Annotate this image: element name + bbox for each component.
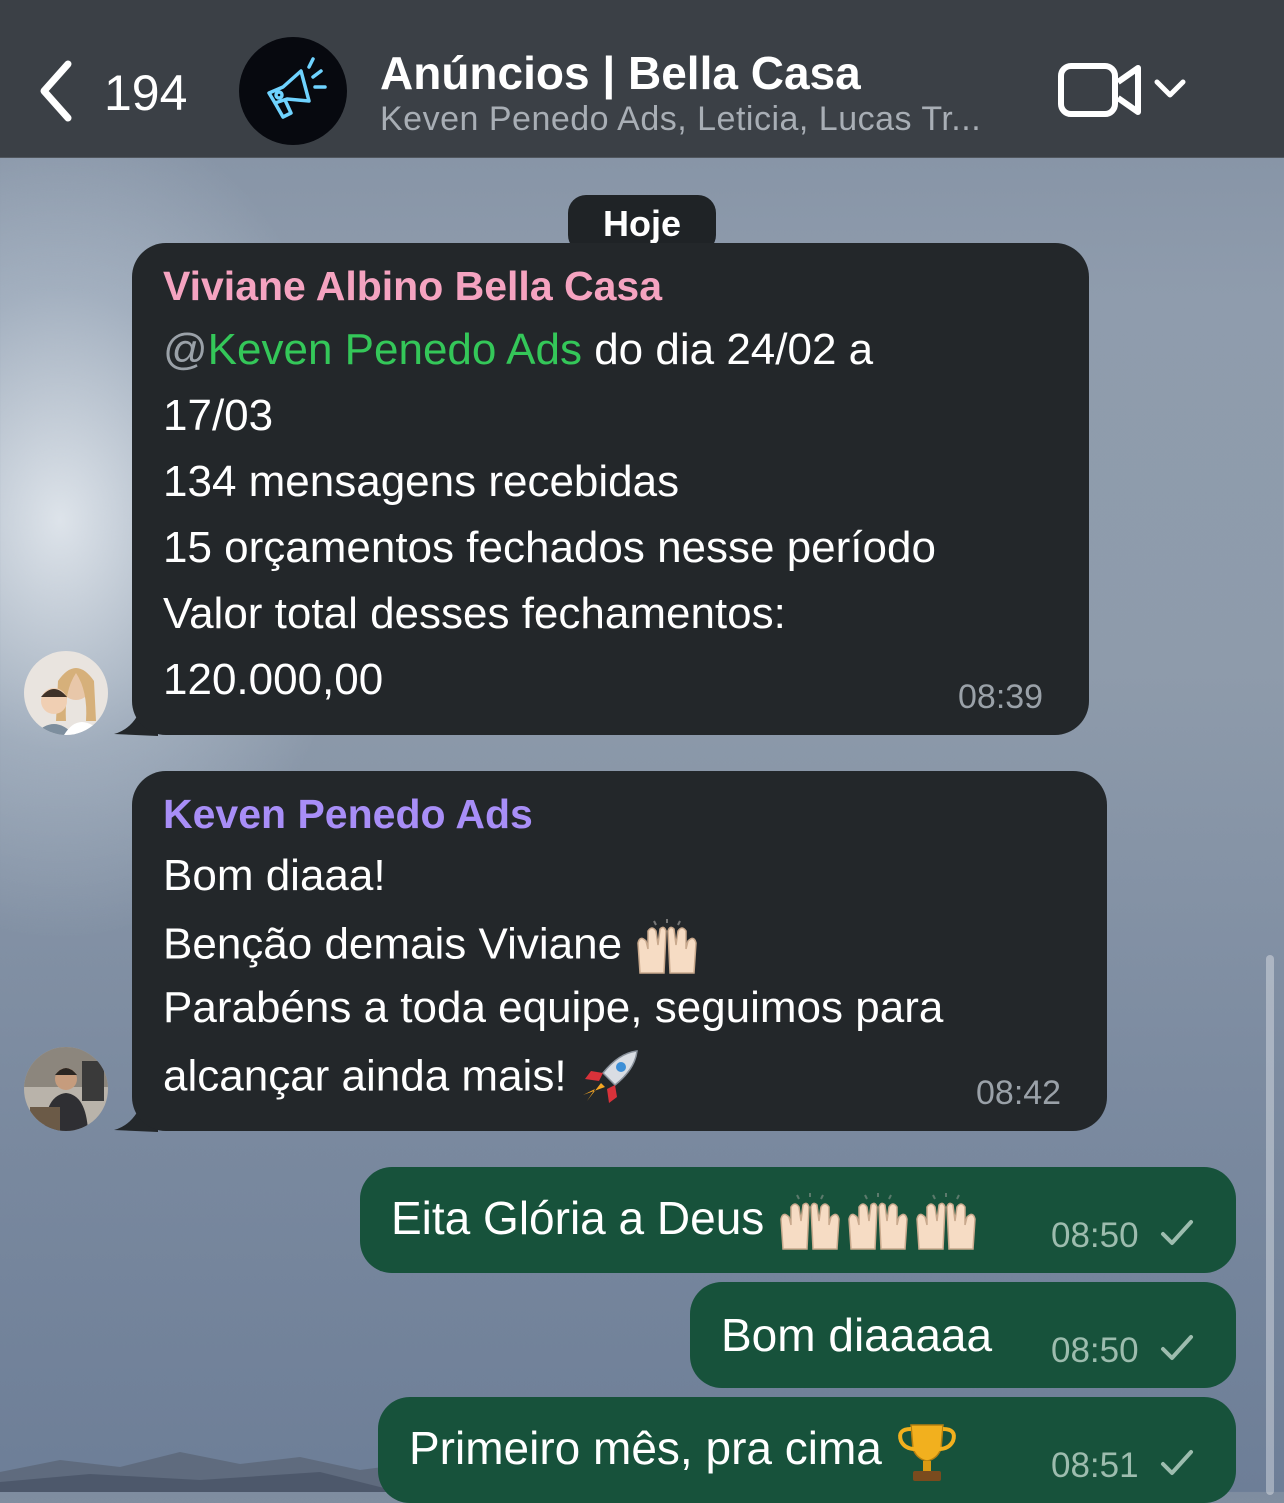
message-line: 15 orçamentos fechados nesse período (163, 523, 936, 572)
video-call-button[interactable] (1058, 62, 1142, 118)
message-text: Bom diaaaaa (721, 1309, 993, 1361)
chevron-left-icon (40, 60, 72, 122)
message-time: 08:50 (1051, 1331, 1139, 1370)
incoming-message-bubble[interactable]: Viviane Albino Bella Casa @Keven Penedo … (132, 243, 1089, 735)
outgoing-message-bubble[interactable]: Primeiro mês, pra cima 08:51 (378, 1397, 1236, 1503)
sender-avatar-viviane[interactable] (24, 651, 108, 735)
sender-avatar-keven[interactable] (24, 1047, 108, 1131)
message-line: Primeiro mês, pra cima (409, 1421, 959, 1483)
megaphone-icon (267, 57, 327, 119)
group-avatar[interactable] (239, 37, 347, 145)
message-text: Eita Glória a Deus (391, 1192, 765, 1245)
scrollbar[interactable] (1266, 955, 1274, 1495)
message-text: Primeiro mês, pra cima (409, 1422, 882, 1475)
video-camera-icon (1058, 63, 1141, 117)
message-line: Bom diaaa! (163, 851, 386, 900)
rocket-emoji (582, 1050, 638, 1103)
message-line: @Keven Penedo Ads do dia 24/02 a (163, 325, 873, 375)
back-button[interactable] (36, 58, 76, 124)
message-line: 17/03 (163, 391, 274, 440)
message-time: 08:39 (958, 678, 1044, 716)
sent-check-icon (1161, 1450, 1193, 1475)
message-time: 08:50 (1051, 1216, 1139, 1255)
message-line: Parabéns a toda equipe, seguimos para (163, 983, 944, 1032)
unread-count[interactable]: 194 (104, 64, 187, 122)
message-text: do dia 24/02 a (581, 325, 874, 374)
message-sender[interactable]: Keven Penedo Ads (163, 791, 533, 838)
raising-hands-emoji (780, 1193, 976, 1250)
mention-link[interactable]: Keven Penedo Ads (208, 325, 582, 374)
message-line: Eita Glória a Deus (391, 1191, 981, 1253)
incoming-message-bubble[interactable]: Keven Penedo Ads Bom diaaa! Benção demai… (132, 771, 1107, 1131)
avatar-photo (24, 651, 108, 735)
chat-title[interactable]: Anúncios | Bella Casa (380, 46, 861, 100)
message-line: 134 mensagens recebidas (163, 457, 680, 506)
message-text: Benção demais Viviane (163, 919, 623, 969)
sent-check-icon (1161, 1220, 1193, 1245)
message-line: Valor total desses fechamentos: (163, 589, 786, 638)
message-text: alcançar ainda mais! (163, 1051, 567, 1101)
message-line: alcançar ainda mais! (163, 1049, 643, 1109)
sent-check-icon (1161, 1335, 1193, 1360)
raising-hands-emoji (637, 919, 698, 974)
message-sender[interactable]: Viviane Albino Bella Casa (163, 263, 662, 310)
mention-at: @ (163, 325, 208, 374)
message-line: 120.000,00 (163, 655, 384, 704)
message-line: Benção demais Viviane (163, 917, 700, 977)
chat-members[interactable]: Keven Penedo Ads, Leticia, Lucas Tr... (380, 100, 1020, 139)
chat-header: 194 Anúncios | Bella Casa Keven Penedo A… (0, 0, 1284, 158)
trophy-emoji (897, 1424, 956, 1481)
message-time: 08:51 (1051, 1446, 1139, 1485)
avatar-photo (24, 1047, 108, 1131)
call-options-button[interactable] (1152, 74, 1188, 104)
message-time: 08:42 (976, 1074, 1062, 1112)
outgoing-message-bubble[interactable]: Bom diaaaaa 08:50 (690, 1282, 1236, 1388)
outgoing-message-bubble[interactable]: Eita Glória a Deus 08:50 (360, 1167, 1236, 1273)
chevron-down-icon (1154, 79, 1186, 98)
